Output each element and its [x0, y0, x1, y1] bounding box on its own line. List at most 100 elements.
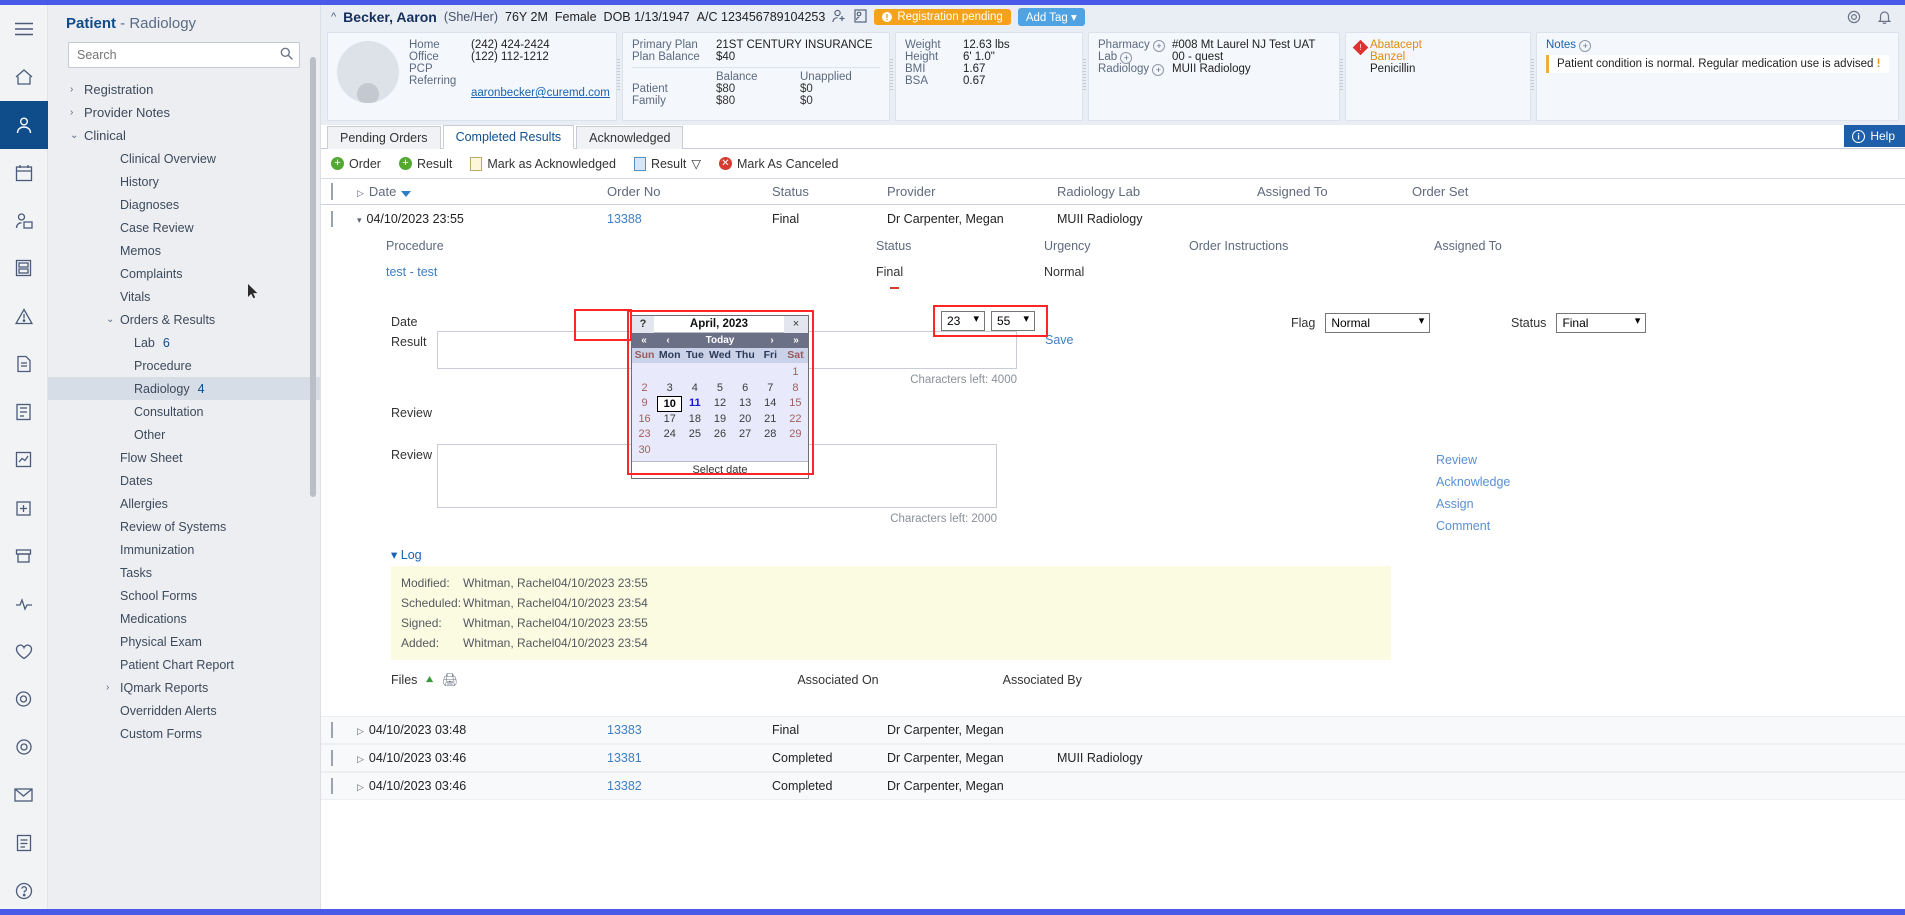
select-all-checkbox[interactable]	[331, 183, 333, 200]
row-order-no-link[interactable]: 13382	[607, 779, 772, 793]
sidebar-item-iqmark-reports[interactable]: › IQmark Reports	[48, 676, 320, 699]
hamburger-menu-icon[interactable]	[0, 5, 48, 53]
acknowledge-action-link[interactable]: Acknowledge	[1436, 475, 1510, 489]
home-icon[interactable]	[0, 53, 48, 101]
expand-triangle-icon[interactable]: ▷	[357, 782, 364, 792]
hour-select[interactable]: 23	[941, 311, 985, 331]
document-search-icon[interactable]	[0, 340, 48, 388]
collapse-chevron-icon[interactable]: ^	[331, 11, 336, 23]
patient-icon[interactable]	[0, 100, 48, 149]
billing-icon[interactable]	[0, 388, 48, 436]
column-header-order-no[interactable]: Order No	[607, 184, 772, 199]
sidebar-item-clinical[interactable]: ⌄ Clinical	[48, 124, 320, 147]
upload-icon[interactable]: ⯅	[424, 672, 434, 688]
patient-chart-icon[interactable]	[854, 8, 867, 26]
analytics-icon[interactable]	[0, 436, 48, 484]
card-resize-grip[interactable]	[1083, 59, 1086, 91]
calendar-icon[interactable]	[0, 149, 48, 197]
sidebar-item-allergies[interactable]: Allergies	[48, 492, 320, 515]
comment-action-link[interactable]: Comment	[1436, 519, 1510, 533]
sidebar-item-vitals[interactable]: Vitals	[48, 285, 320, 308]
stethoscope-icon[interactable]	[0, 675, 48, 723]
row-checkbox[interactable]	[331, 722, 333, 738]
sidebar-item-dates[interactable]: Dates	[48, 469, 320, 492]
sidebar-item-immunization[interactable]: Immunization	[48, 538, 320, 561]
row-checkbox[interactable]	[331, 778, 333, 794]
add-tag-button[interactable]: Add Tag ▾	[1017, 8, 1085, 26]
sidebar-item-overridden-alerts[interactable]: Overridden Alerts	[48, 699, 320, 722]
sidebar-item-custom-forms[interactable]: Custom Forms	[48, 722, 320, 745]
add-radiology-icon[interactable]: +	[1152, 64, 1165, 76]
row-order-no-link[interactable]: 13381	[607, 751, 772, 765]
minute-select[interactable]: 55	[991, 311, 1035, 331]
search-input[interactable]	[68, 42, 300, 68]
card-resize-grip[interactable]	[1531, 59, 1534, 91]
sidebar-item-clinical-overview[interactable]: Clinical Overview	[48, 147, 320, 170]
expand-triangle-icon[interactable]: ▷	[357, 726, 364, 736]
detail-procedure-link[interactable]: test - test	[331, 265, 876, 279]
sidebar-item-history[interactable]: History	[48, 170, 320, 193]
save-link[interactable]: Save	[1045, 333, 1074, 347]
patient-email-link[interactable]: aaronbecker@curemd.com	[471, 87, 610, 99]
records-icon[interactable]	[0, 244, 48, 292]
sidebar-item-consultation[interactable]: Consultation	[48, 400, 320, 423]
table-row[interactable]: ▷ 04/10/2023 03:46 13382 Completed Dr Carpen…	[321, 772, 1905, 800]
sidebar-item-patient-chart-report[interactable]: Patient Chart Report	[48, 653, 320, 676]
column-header-status[interactable]: Status	[772, 184, 887, 199]
sidebar-item-medications[interactable]: Medications	[48, 607, 320, 630]
sidebar-item-memos[interactable]: Memos	[48, 239, 320, 262]
search-icon[interactable]	[280, 47, 293, 63]
sidebar-item-other[interactable]: Other	[48, 423, 320, 446]
tab-completed-results[interactable]: Completed Results	[442, 125, 575, 149]
add-pharmacy-icon[interactable]: +	[1152, 40, 1165, 52]
tab-pending-orders[interactable]: Pending Orders	[327, 126, 441, 149]
order-button[interactable]: + Order	[331, 157, 381, 171]
column-header-provider[interactable]: Provider	[887, 184, 1057, 199]
help-circle-icon[interactable]	[0, 867, 48, 915]
sidebar-item-lab[interactable]: Lab 6	[48, 331, 320, 354]
sidebar-item-flow-sheet[interactable]: Flow Sheet	[48, 446, 320, 469]
alert-triangle-icon[interactable]	[0, 292, 48, 340]
sidebar-item-complaints[interactable]: Complaints	[48, 262, 320, 285]
row-checkbox[interactable]	[331, 750, 333, 766]
status-select[interactable]: Final	[1556, 313, 1647, 333]
sidebar-item-registration[interactable]: › Registration	[48, 78, 320, 101]
sidebar-item-tasks[interactable]: Tasks	[48, 561, 320, 584]
sidebar-item-orders-results[interactable]: ⌄ Orders & Results	[48, 308, 320, 331]
registration-pending-badge[interactable]: Registration pending	[874, 9, 1011, 25]
tab-acknowledged[interactable]: Acknowledged	[576, 126, 684, 149]
card-resize-grip[interactable]	[1340, 59, 1343, 91]
flag-select[interactable]: Normal	[1325, 313, 1431, 333]
log-title[interactable]: ▾ Log	[391, 547, 1905, 562]
sidebar-item-provider-notes[interactable]: › Provider Notes	[48, 101, 320, 124]
heart-icon[interactable]	[0, 628, 48, 676]
header-notification-icon[interactable]	[1877, 10, 1892, 28]
mark-as-canceled-button[interactable]: ✕ Mark As Canceled	[719, 157, 838, 171]
add-patient-icon[interactable]	[832, 9, 847, 26]
column-header-order-set[interactable]: Order Set	[1412, 184, 1905, 199]
help-button[interactable]: Help	[1844, 125, 1905, 147]
card-resize-grip[interactable]	[890, 59, 893, 91]
column-header-radiology-lab[interactable]: Radiology Lab	[1057, 184, 1257, 199]
table-row[interactable]: ▷ 04/10/2023 03:46 13381 Completed Dr Carpen…	[321, 744, 1905, 772]
column-header-assigned-to[interactable]: Assigned To	[1257, 184, 1412, 199]
scan-icon[interactable]: 🖨	[442, 672, 459, 688]
assign-action-link[interactable]: Assign	[1436, 497, 1510, 511]
mark-as-acknowledged-button[interactable]: Mark as Acknowledged	[470, 156, 616, 171]
allergy-item[interactable]: Banzel	[1370, 51, 1405, 63]
add-note-icon[interactable]: +	[1579, 40, 1592, 52]
header-gear-icon[interactable]	[1847, 10, 1861, 28]
nav-scrollbar[interactable]	[310, 57, 316, 497]
table-row[interactable]: ▷ 04/10/2023 03:48 13383 Final Dr Carpenter,…	[321, 716, 1905, 744]
sidebar-item-case-review[interactable]: Case Review	[48, 216, 320, 239]
expand-triangle-icon[interactable]: ▷	[357, 754, 364, 764]
column-header-date[interactable]: ▷ Date	[357, 184, 607, 199]
sidebar-item-physical-exam[interactable]: Physical Exam	[48, 630, 320, 653]
user-card-icon[interactable]	[0, 197, 48, 245]
row-order-no-link[interactable]: 13383	[607, 723, 772, 737]
notes-icon[interactable]	[0, 819, 48, 867]
allergy-item[interactable]: Penicillin	[1370, 63, 1415, 75]
row-order-no-link[interactable]: 13388	[607, 212, 772, 226]
allergy-item[interactable]: Abatacept	[1370, 39, 1422, 51]
settings-gear-icon[interactable]	[0, 723, 48, 771]
